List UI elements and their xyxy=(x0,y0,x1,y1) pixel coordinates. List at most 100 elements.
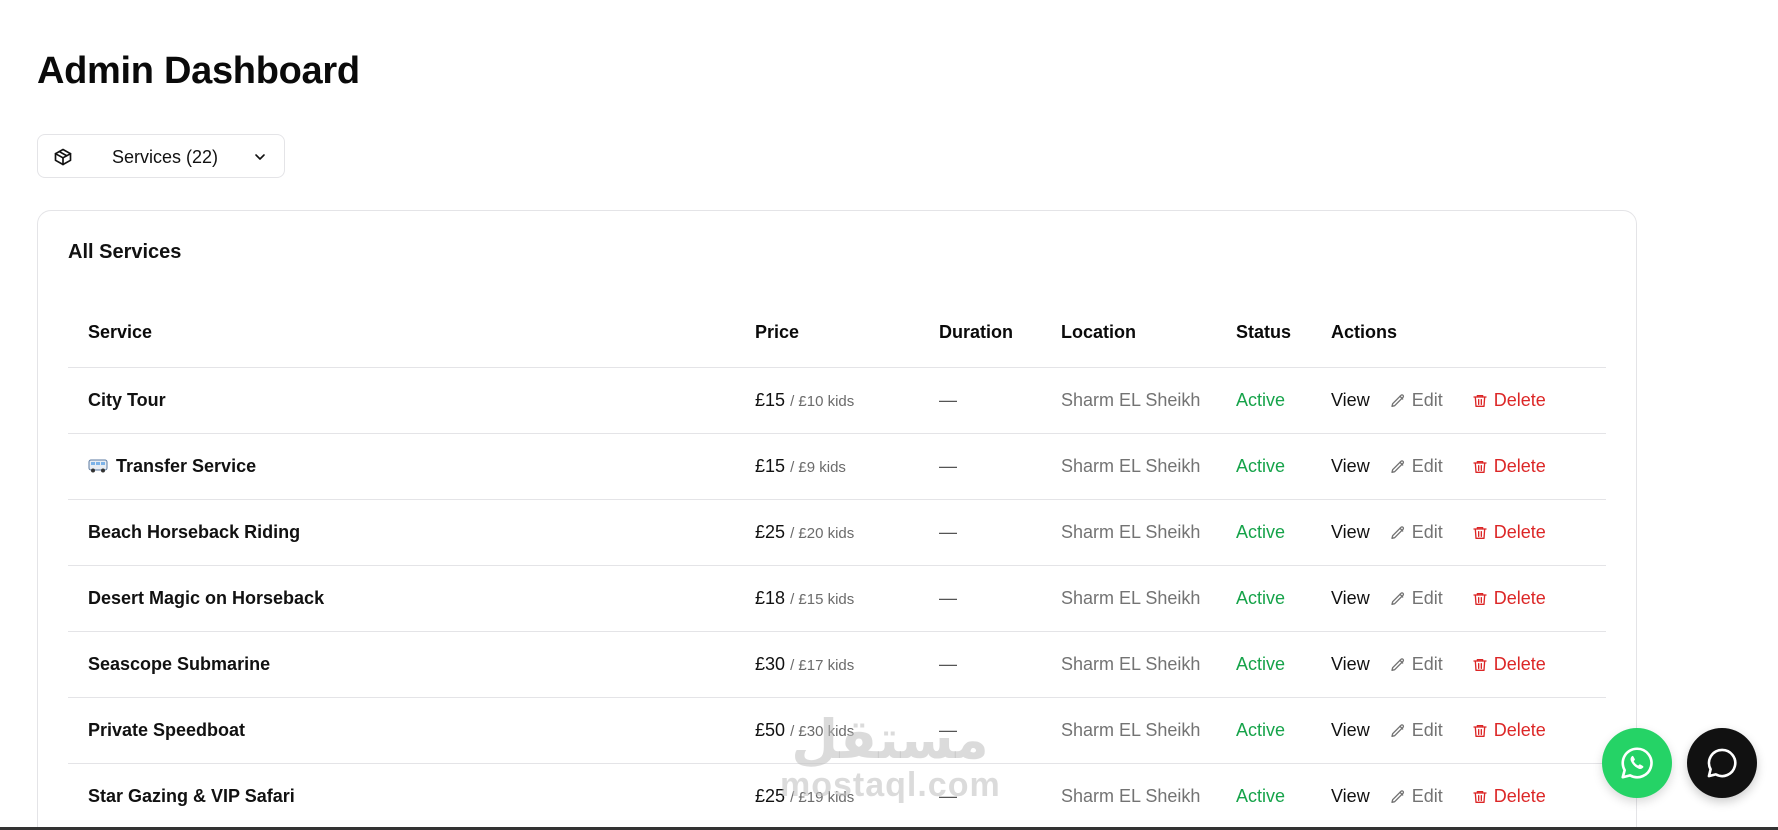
pencil-icon xyxy=(1391,723,1404,737)
trash-icon xyxy=(1473,592,1487,605)
edit-label: Edit xyxy=(1411,522,1443,542)
pencil-icon xyxy=(1391,459,1404,473)
services-selector-dropdown[interactable]: Services (22) xyxy=(37,134,285,178)
view-button[interactable]: View xyxy=(1331,588,1370,609)
view-button[interactable]: View xyxy=(1331,654,1370,675)
delete-button[interactable]: Delete xyxy=(1472,720,1546,741)
status-badge: Active xyxy=(1236,499,1331,566)
package-icon xyxy=(54,148,72,166)
table-row: Seascope Submarine £30 / £17 kids — Sharm E… xyxy=(68,631,1606,698)
view-button[interactable]: View xyxy=(1331,456,1370,477)
duration-cell: — xyxy=(939,565,1061,632)
status-badge: Active xyxy=(1236,433,1331,500)
price-cell: £30 / £17 kids xyxy=(755,631,939,698)
service-cell: Star Gazing & VIP Safari xyxy=(68,763,755,830)
view-button[interactable]: View xyxy=(1331,522,1370,543)
service-name: Seascope Submarine xyxy=(88,654,271,674)
price-kids: / £17 kids xyxy=(790,657,855,674)
price-cell: £18 / £15 kids xyxy=(755,565,939,632)
card-title: All Services xyxy=(68,241,182,263)
service-cell: Desert Magic on Horseback xyxy=(68,565,755,632)
edit-button[interactable]: Edit xyxy=(1390,786,1472,807)
price-adult: £25 xyxy=(755,522,786,542)
service-name: City Tour xyxy=(88,390,166,410)
service-name: Desert Magic on Horseback xyxy=(88,588,325,608)
price-cell: £50 / £30 kids xyxy=(755,697,939,764)
status-badge: Active xyxy=(1236,367,1331,434)
row-actions: View Edit Delete xyxy=(1331,390,1606,411)
edit-button[interactable]: Edit xyxy=(1390,588,1472,609)
location-cell: Sharm EL Sheikh xyxy=(1061,499,1236,566)
table-row: Transfer Service £15 / £9 kids — Sharm EL S… xyxy=(68,433,1606,500)
delete-label: Delete xyxy=(1493,522,1546,542)
actions-cell: View Edit Delete xyxy=(1331,631,1606,698)
table-row: Private Speedboat £50 / £30 kids — Sharm EL… xyxy=(68,697,1606,764)
price-adult: £50 xyxy=(755,720,786,740)
whatsapp-button[interactable] xyxy=(1602,728,1672,798)
pencil-icon xyxy=(1391,393,1404,407)
delete-button[interactable]: Delete xyxy=(1472,786,1546,807)
status-badge: Active xyxy=(1236,763,1331,830)
pencil-icon xyxy=(1391,525,1404,539)
edit-button[interactable]: Edit xyxy=(1390,456,1472,477)
view-button[interactable]: View xyxy=(1331,720,1370,741)
delete-button[interactable]: Delete xyxy=(1472,654,1546,675)
row-actions: View Edit Delete xyxy=(1331,522,1606,543)
services-table: Service Price Duration Location Status A… xyxy=(68,297,1606,830)
location-cell: Sharm EL Sheikh xyxy=(1061,367,1236,434)
edit-label: Edit xyxy=(1411,390,1443,410)
delete-button[interactable]: Delete xyxy=(1472,588,1546,609)
table-header-row: Service Price Duration Location Status A… xyxy=(68,297,1606,368)
delete-label: Delete xyxy=(1493,390,1546,410)
edit-button[interactable]: Edit xyxy=(1390,522,1472,543)
price-adult: £15 xyxy=(755,390,786,410)
view-button[interactable]: View xyxy=(1331,390,1370,411)
edit-label: Edit xyxy=(1411,720,1443,740)
location-cell: Sharm EL Sheikh xyxy=(1061,565,1236,632)
price-kids: / £15 kids xyxy=(790,591,855,608)
actions-cell: View Edit Delete xyxy=(1331,565,1606,632)
location-cell: Sharm EL Sheikh xyxy=(1061,763,1236,830)
services-card: All Services Service Price Duration Loca… xyxy=(37,210,1637,830)
service-cell: Seascope Submarine xyxy=(68,631,755,698)
table-body: City Tour £15 / £10 kids — Sharm EL Sheikh A… xyxy=(68,367,1606,830)
column-header-status: Status xyxy=(1236,297,1331,368)
edit-button[interactable]: Edit xyxy=(1390,720,1472,741)
row-actions: View Edit Delete xyxy=(1331,786,1606,807)
delete-label: Delete xyxy=(1493,654,1546,674)
chat-bubble-icon xyxy=(1707,748,1737,778)
view-button[interactable]: View xyxy=(1331,786,1370,807)
service-cell: City Tour xyxy=(68,367,755,434)
whatsapp-icon xyxy=(1621,747,1653,779)
price-kids: / £30 kids xyxy=(790,723,855,740)
page-title: Admin Dashboard xyxy=(37,50,360,92)
status-badge: Active xyxy=(1236,565,1331,632)
edit-label: Edit xyxy=(1411,786,1443,806)
column-header-location: Location xyxy=(1061,297,1236,368)
column-header-actions: Actions xyxy=(1331,297,1606,368)
edit-label: Edit xyxy=(1411,588,1443,608)
delete-button[interactable]: Delete xyxy=(1472,456,1546,477)
delete-label: Delete xyxy=(1493,456,1546,476)
actions-cell: View Edit Delete xyxy=(1331,367,1606,434)
edit-button[interactable]: Edit xyxy=(1390,654,1472,675)
table-row: Star Gazing & VIP Safari £25 / £19 kids — S… xyxy=(68,763,1606,830)
row-actions: View Edit Delete xyxy=(1331,588,1606,609)
trash-icon xyxy=(1473,460,1487,473)
row-actions: View Edit Delete xyxy=(1331,456,1606,477)
duration-cell: — xyxy=(939,697,1061,764)
actions-cell: View Edit Delete xyxy=(1331,499,1606,566)
service-name: Star Gazing & VIP Safari xyxy=(88,786,295,806)
location-cell: Sharm EL Sheikh xyxy=(1061,631,1236,698)
price-adult: £15 xyxy=(755,456,786,476)
location-cell: Sharm EL Sheikh xyxy=(1061,697,1236,764)
table-row: Desert Magic on Horseback £18 / £15 kids —… xyxy=(68,565,1606,632)
chat-button[interactable] xyxy=(1687,728,1757,798)
chevron-down-icon xyxy=(255,154,265,160)
price-cell: £25 / £19 kids xyxy=(755,763,939,830)
delete-button[interactable]: Delete xyxy=(1472,522,1546,543)
delete-button[interactable]: Delete xyxy=(1472,390,1546,411)
edit-button[interactable]: Edit xyxy=(1390,390,1472,411)
column-header-service: Service xyxy=(68,297,755,368)
actions-cell: View Edit Delete xyxy=(1331,433,1606,500)
